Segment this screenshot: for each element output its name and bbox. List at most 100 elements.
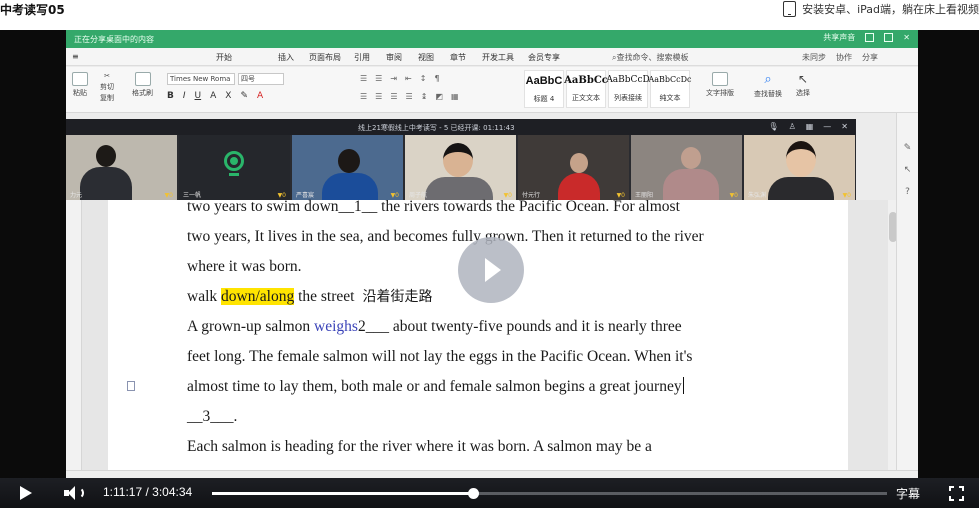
select-button[interactable]: ↖ 选择 xyxy=(796,72,810,98)
text-run: feet long. The female salmon will not la… xyxy=(187,348,693,365)
ribbon-body: 粘贴 ✂ 剪切 复制 格式刷 Times New Roma 四号 B I U A… xyxy=(66,67,918,113)
show-marks-icon[interactable]: ¶ xyxy=(434,74,439,83)
document-text[interactable]: two years to swim down__1__ the rivers t… xyxy=(187,192,827,462)
document-line[interactable]: almost time to lay them, both male or an… xyxy=(187,372,827,402)
tab-page-layout[interactable]: 页面布局 xyxy=(309,52,341,63)
tab-chapter[interactable]: 章节 xyxy=(450,52,466,63)
mic-icon[interactable]: 🎙 xyxy=(768,122,778,131)
font-color-icon[interactable]: A xyxy=(210,91,216,101)
progress-fill xyxy=(212,492,473,495)
video-player[interactable]: 正在分享桌面中的内容 共享声音 ✕ ≡ 开始 插入 页面布局 引用 审阅 视图 … xyxy=(0,30,979,508)
participant-video xyxy=(443,143,473,177)
subtitles-button[interactable]: 字幕 xyxy=(896,485,920,502)
copy-button[interactable]: 复制 xyxy=(100,93,114,103)
font-name-select[interactable]: Times New Roma xyxy=(167,73,235,85)
style-list-continue[interactable]: AaBbCcD 列表接续 xyxy=(606,70,650,108)
participant-tile[interactable]: 朱弘渊 ▼0 xyxy=(744,135,855,200)
time-display: 1:11:17 / 3:04:34 xyxy=(103,485,193,499)
highlighted-text: down/along xyxy=(221,288,295,305)
indent-icon[interactable]: ⇥ xyxy=(390,74,397,83)
participant-tile[interactable]: 周子航 ▼0 xyxy=(405,135,516,200)
bold-icon[interactable]: B xyxy=(167,91,174,101)
tab-view[interactable]: 视图 xyxy=(418,52,434,63)
play-icon[interactable] xyxy=(20,486,32,500)
fullscreen-icon[interactable] xyxy=(949,486,964,501)
progress-handle[interactable] xyxy=(467,488,479,499)
style-plain-text[interactable]: AaBbCcDc 纯文本 xyxy=(648,70,692,108)
style-gallery: AaBbC 标题 4 AaBbCc 正文文本 AaBbCcD 列表接续 AaBb… xyxy=(524,70,692,108)
progress-bar[interactable] xyxy=(212,488,887,499)
share-title: 正在分享桌面中的内容 xyxy=(74,35,154,44)
close-meeting-icon[interactable]: ✕ xyxy=(841,122,848,131)
paste-button[interactable]: 粘贴 xyxy=(72,72,88,98)
font-size-select[interactable]: 四号 xyxy=(238,73,284,85)
document-line[interactable]: Each salmon is heading for the river whe… xyxy=(187,432,827,462)
tab-developer[interactable]: 开发工具 xyxy=(482,52,514,63)
text-color-icon[interactable]: A xyxy=(257,91,263,101)
underline-icon[interactable]: U xyxy=(195,91,202,101)
page-header: 中考读写05 安装安卓、iPad端，躺在床上看视频 xyxy=(0,0,979,30)
total-time: 3:04:34 xyxy=(152,485,193,499)
participant-tile[interactable]: 三一帆 ▼0 xyxy=(179,135,290,200)
highlight-icon[interactable]: ✎ xyxy=(240,91,248,101)
outdent-icon[interactable]: ⇤ xyxy=(405,74,412,83)
align-left-icon[interactable]: ☰ xyxy=(360,92,367,101)
align-right-icon[interactable]: ☰ xyxy=(390,92,397,101)
paragraph-handle-icon[interactable] xyxy=(127,381,135,391)
align-center-icon[interactable]: ☰ xyxy=(375,92,382,101)
document-line[interactable]: A grown-up salmon weighs2___ about twent… xyxy=(187,312,827,342)
style-body-text[interactable]: AaBbCc 正文文本 xyxy=(564,70,608,108)
sync-status[interactable]: 未同步 xyxy=(802,52,826,63)
share-button[interactable]: 分享 xyxy=(862,52,878,63)
bullet-list-icon[interactable]: ☰ xyxy=(360,74,367,83)
vertical-ruler xyxy=(66,200,82,478)
tab-home[interactable]: 开始 xyxy=(216,52,232,63)
play-overlay-button[interactable] xyxy=(458,237,524,303)
status-bar xyxy=(66,470,918,478)
sort-icon[interactable]: ↕ xyxy=(420,74,427,83)
style-heading-4[interactable]: AaBbC 标题 4 xyxy=(524,70,564,108)
document-line[interactable]: two years to swim down__1__ the rivers t… xyxy=(187,192,827,222)
tab-references[interactable]: 引用 xyxy=(354,52,370,63)
align-buttons: ☰ ☰ ☰ ☰ ↨ ◩ ▦ xyxy=(360,92,459,101)
participant-tile[interactable]: 力元 ▼0 xyxy=(66,135,177,200)
help-icon[interactable]: ? xyxy=(905,187,910,197)
shading-icon[interactable]: ◩ xyxy=(435,92,443,101)
cut-button[interactable]: ✂ 剪切 xyxy=(100,72,114,92)
text-layout-button[interactable]: 文字排版 xyxy=(706,72,734,98)
format-painter-button[interactable]: 格式刷 xyxy=(132,72,153,98)
strikethrough-icon[interactable]: X xyxy=(225,91,231,101)
justify-icon[interactable]: ☰ xyxy=(406,92,413,101)
border-icon[interactable]: ▦ xyxy=(451,92,459,101)
command-search[interactable]: ⌕查找命令、搜索模板 xyxy=(612,52,688,63)
pointer-icon[interactable]: ↖ xyxy=(904,165,912,175)
tab-insert[interactable]: 插入 xyxy=(278,52,294,63)
collab-button[interactable]: 协作 xyxy=(836,52,852,63)
tab-member[interactable]: 会员专享 xyxy=(528,52,560,63)
text-layout-icon xyxy=(712,72,728,86)
tab-review[interactable]: 审阅 xyxy=(386,52,402,63)
chinese-note: 沿着街走路 xyxy=(362,289,433,305)
text-run: Each salmon is heading for the river whe… xyxy=(187,438,652,455)
document-line[interactable]: feet long. The female salmon will not la… xyxy=(187,342,827,372)
find-replace-button[interactable]: ⌕ 查找替换 xyxy=(754,72,782,99)
document-line[interactable]: __3___. xyxy=(187,402,827,432)
participant-tile[interactable]: 严喜宸 ▼0 xyxy=(292,135,403,200)
participant-tile[interactable]: 付元行 ▼0 xyxy=(518,135,629,200)
participant-video-body xyxy=(80,167,132,200)
number-list-icon[interactable]: ☰ xyxy=(375,74,382,83)
magnifier-icon: ⌕ xyxy=(764,72,772,87)
volume-icon[interactable] xyxy=(64,485,86,501)
share-sound-toggle[interactable]: 共享声音 xyxy=(823,32,855,43)
close-icon: ✕ xyxy=(903,33,910,42)
grid-icon[interactable]: ▦ xyxy=(806,122,814,131)
participant-tile[interactable]: 王丽阳 ▼0 xyxy=(631,135,742,200)
person-icon[interactable]: ♙ xyxy=(789,122,796,131)
install-app-link[interactable]: 安装安卓、iPad端，躺在床上看视频 xyxy=(783,1,979,17)
minimize-icon[interactable]: — xyxy=(823,122,831,131)
participant-video xyxy=(338,149,360,173)
italic-icon[interactable]: I xyxy=(183,91,186,101)
pen-icon[interactable]: ✎ xyxy=(904,143,912,153)
line-spacing-icon[interactable]: ↨ xyxy=(421,92,428,101)
participant-video xyxy=(681,147,701,169)
